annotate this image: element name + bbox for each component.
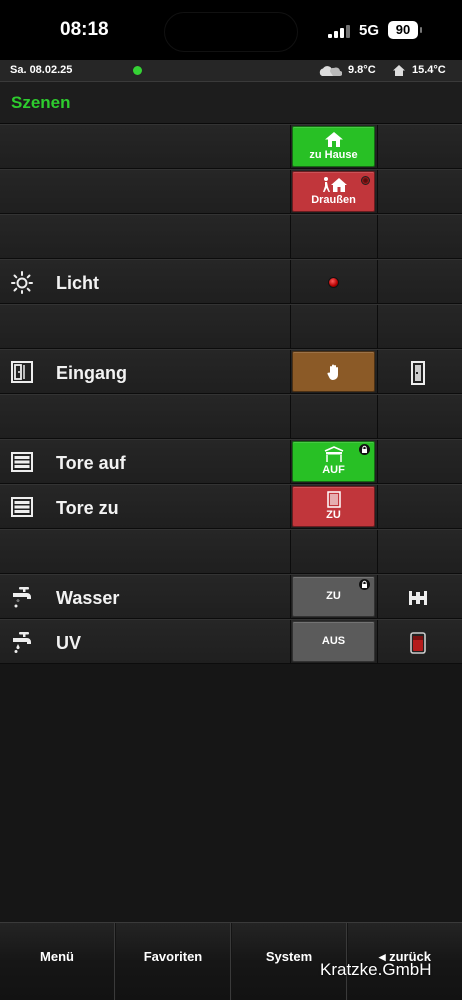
door-status-icon[interactable] (405, 360, 431, 386)
ios-status-bar: 08:18 5G 90 (0, 0, 462, 60)
valve-icon[interactable] (405, 585, 431, 611)
page-title: Szenen (11, 93, 71, 112)
row-uv: UV AUS (0, 619, 462, 664)
faucet-icon (13, 587, 31, 608)
eingang-manual-button[interactable] (292, 351, 375, 392)
garage-open-icon (324, 446, 343, 462)
row-empty (0, 394, 462, 439)
nav-favorites-button[interactable]: Favoriten (116, 923, 231, 1000)
garage-door-icon (11, 497, 33, 517)
nav-menu-button[interactable]: Menü (0, 923, 115, 1000)
scene-home-button[interactable]: zu Hause (292, 126, 375, 167)
row-label-uv: UV (56, 633, 82, 653)
sun-icon (11, 271, 33, 294)
row-licht: Licht (0, 259, 462, 304)
row-eingang: Eingang (0, 349, 462, 394)
home-icon (324, 132, 343, 147)
weather-icon (319, 66, 342, 76)
row-empty (0, 214, 462, 259)
row-label-licht: Licht (56, 273, 99, 293)
date-text: Sa. 08.02.25 (10, 64, 73, 76)
battery-icon: 90 (388, 21, 422, 39)
garage-closed-icon (326, 491, 341, 508)
row-empty (0, 304, 462, 349)
walk-out-icon (322, 177, 347, 192)
clock-time: 08:18 (60, 19, 109, 40)
row-label-tore-auf: Tore auf (56, 453, 126, 473)
light-status-led-icon (328, 277, 339, 288)
garage-door-icon (11, 452, 33, 472)
row-label-tore-zu: Tore zu (56, 498, 119, 518)
network-type: 5G (359, 22, 380, 39)
lock-icon (359, 579, 370, 590)
door-icon (11, 361, 33, 383)
tore-zu-button[interactable]: ZU (292, 486, 375, 527)
row-scene-home: zu Hause (0, 124, 462, 169)
temperature-outside: 9.8°C (348, 64, 376, 76)
dynamic-island (164, 12, 298, 52)
lock-icon (359, 444, 370, 455)
uv-lamp-icon[interactable] (405, 630, 431, 656)
row-label-wasser: Wasser (56, 588, 120, 608)
scene-list: zu Hause Draußen Licht Eingang Tore auf … (0, 124, 462, 664)
row-scene-away: Draußen (0, 169, 462, 214)
faucet-icon (13, 632, 31, 653)
status-led-icon (361, 176, 370, 185)
row-tore-zu: Tore zu ZU (0, 484, 462, 529)
watermark: Kratzke.GmbH (320, 960, 432, 979)
row-wasser: Wasser ZU (0, 574, 462, 619)
page-header: Szenen (0, 82, 462, 124)
home-icon (393, 65, 405, 76)
row-empty (0, 529, 462, 574)
scene-away-button[interactable]: Draußen (292, 171, 375, 212)
row-tore-auf: Tore auf AUF (0, 439, 462, 484)
hand-icon (326, 364, 338, 381)
info-bar: Sa. 08.02.25 9.8°C 15.4°C (0, 60, 462, 82)
row-label-eingang: Eingang (56, 363, 127, 383)
wasser-valve-button[interactable]: ZU (292, 576, 375, 617)
uv-button[interactable]: AUS (292, 621, 375, 662)
connection-status-icon (133, 66, 142, 75)
temperature-inside: 15.4°C (412, 64, 446, 76)
signal-icon (328, 24, 354, 38)
tore-auf-button[interactable]: AUF (292, 441, 375, 482)
